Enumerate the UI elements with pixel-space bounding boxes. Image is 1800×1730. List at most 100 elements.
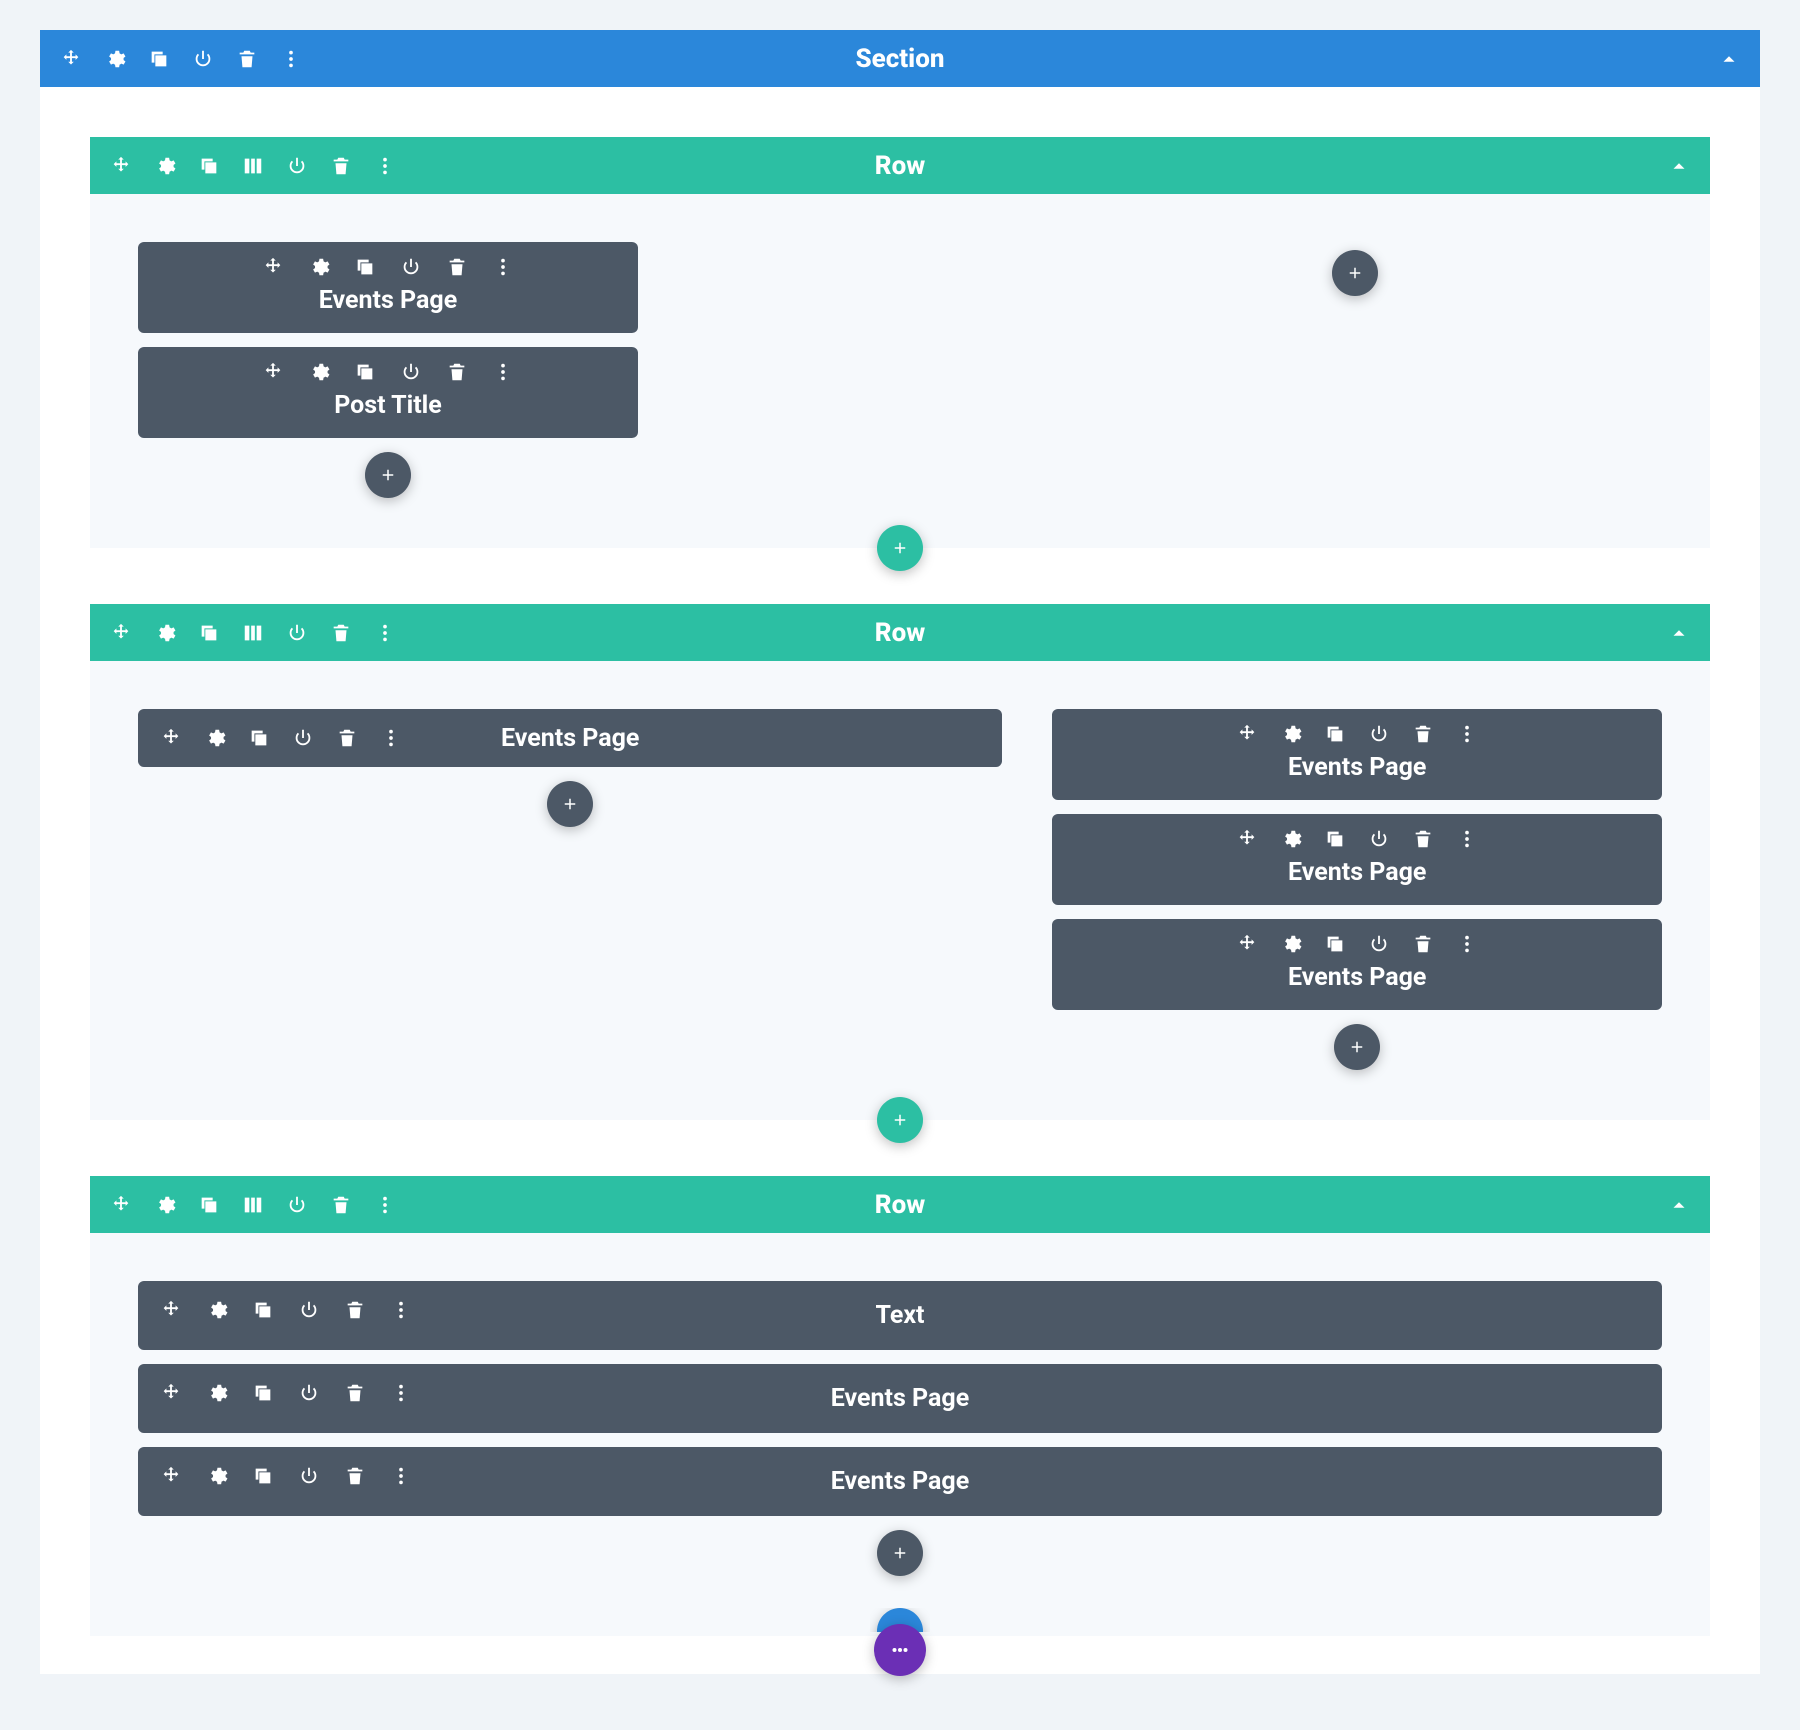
- duplicate-icon[interactable]: [252, 1382, 274, 1404]
- power-icon[interactable]: [298, 1382, 320, 1404]
- more-icon[interactable]: [374, 155, 396, 177]
- duplicate-icon[interactable]: [198, 155, 220, 177]
- module[interactable]: Events Page: [138, 1447, 1662, 1516]
- gear-icon[interactable]: [104, 48, 126, 70]
- add-module-button[interactable]: [1334, 1024, 1380, 1070]
- power-icon[interactable]: [1368, 933, 1390, 955]
- module[interactable]: Events Page: [138, 242, 638, 333]
- duplicate-icon[interactable]: [248, 727, 270, 749]
- move-icon[interactable]: [160, 1465, 182, 1487]
- gear-icon[interactable]: [1280, 723, 1302, 745]
- gear-icon[interactable]: [308, 361, 330, 383]
- duplicate-icon[interactable]: [354, 256, 376, 278]
- move-icon[interactable]: [110, 155, 132, 177]
- collapse-icon[interactable]: [1668, 155, 1690, 177]
- move-icon[interactable]: [160, 1299, 182, 1321]
- columns-icon[interactable]: [242, 622, 264, 644]
- move-icon[interactable]: [160, 1382, 182, 1404]
- gear-icon[interactable]: [1280, 933, 1302, 955]
- duplicate-icon[interactable]: [1324, 828, 1346, 850]
- move-icon[interactable]: [262, 256, 284, 278]
- columns-icon[interactable]: [242, 1194, 264, 1216]
- add-row-button[interactable]: [877, 525, 923, 571]
- trash-icon[interactable]: [344, 1382, 366, 1404]
- gear-icon[interactable]: [206, 1382, 228, 1404]
- power-icon[interactable]: [286, 155, 308, 177]
- module[interactable]: Events Page: [1052, 814, 1662, 905]
- module[interactable]: Events Page: [138, 1364, 1662, 1433]
- power-icon[interactable]: [1368, 723, 1390, 745]
- move-icon[interactable]: [110, 622, 132, 644]
- add-module-button[interactable]: [877, 1530, 923, 1576]
- duplicate-icon[interactable]: [252, 1299, 274, 1321]
- gear-icon[interactable]: [154, 155, 176, 177]
- add-module-button[interactable]: [1332, 250, 1378, 296]
- move-icon[interactable]: [1236, 933, 1258, 955]
- collapse-icon[interactable]: [1668, 622, 1690, 644]
- gear-icon[interactable]: [154, 622, 176, 644]
- power-icon[interactable]: [400, 361, 422, 383]
- module[interactable]: Events Page: [1052, 709, 1662, 800]
- duplicate-icon[interactable]: [148, 48, 170, 70]
- gear-icon[interactable]: [206, 1299, 228, 1321]
- trash-icon[interactable]: [344, 1299, 366, 1321]
- gear-icon[interactable]: [204, 727, 226, 749]
- trash-icon[interactable]: [330, 1194, 352, 1216]
- trash-icon[interactable]: [1412, 933, 1434, 955]
- move-icon[interactable]: [160, 727, 182, 749]
- gear-icon[interactable]: [206, 1465, 228, 1487]
- more-icon[interactable]: [374, 1194, 396, 1216]
- gear-icon[interactable]: [154, 1194, 176, 1216]
- power-icon[interactable]: [292, 727, 314, 749]
- collapse-icon[interactable]: [1668, 1194, 1690, 1216]
- power-icon[interactable]: [1368, 828, 1390, 850]
- duplicate-icon[interactable]: [354, 361, 376, 383]
- module[interactable]: Events Page: [138, 709, 1002, 767]
- more-icon[interactable]: [492, 256, 514, 278]
- more-icon[interactable]: [1456, 933, 1478, 955]
- more-icon[interactable]: [1456, 723, 1478, 745]
- duplicate-icon[interactable]: [1324, 723, 1346, 745]
- add-module-button[interactable]: [365, 452, 411, 498]
- more-icon[interactable]: [492, 361, 514, 383]
- duplicate-icon[interactable]: [252, 1465, 274, 1487]
- duplicate-icon[interactable]: [198, 622, 220, 644]
- gear-icon[interactable]: [308, 256, 330, 278]
- more-icon[interactable]: [390, 1382, 412, 1404]
- move-icon[interactable]: [1236, 828, 1258, 850]
- more-icon[interactable]: [374, 622, 396, 644]
- more-icon[interactable]: [390, 1299, 412, 1321]
- trash-icon[interactable]: [446, 361, 468, 383]
- module[interactable]: Events Page: [1052, 919, 1662, 1010]
- more-icon[interactable]: [390, 1465, 412, 1487]
- more-icon[interactable]: [380, 727, 402, 749]
- trash-icon[interactable]: [330, 155, 352, 177]
- trash-icon[interactable]: [330, 622, 352, 644]
- trash-icon[interactable]: [344, 1465, 366, 1487]
- power-icon[interactable]: [192, 48, 214, 70]
- trash-icon[interactable]: [1412, 723, 1434, 745]
- add-module-button[interactable]: [547, 781, 593, 827]
- add-row-button[interactable]: [877, 1097, 923, 1143]
- duplicate-icon[interactable]: [1324, 933, 1346, 955]
- trash-icon[interactable]: [1412, 828, 1434, 850]
- trash-icon[interactable]: [336, 727, 358, 749]
- move-icon[interactable]: [262, 361, 284, 383]
- module[interactable]: Post Title: [138, 347, 638, 438]
- columns-icon[interactable]: [242, 155, 264, 177]
- power-icon[interactable]: [298, 1465, 320, 1487]
- more-icon[interactable]: [280, 48, 302, 70]
- trash-icon[interactable]: [446, 256, 468, 278]
- power-icon[interactable]: [286, 622, 308, 644]
- page-settings-button[interactable]: [874, 1624, 926, 1676]
- power-icon[interactable]: [298, 1299, 320, 1321]
- power-icon[interactable]: [286, 1194, 308, 1216]
- move-icon[interactable]: [60, 48, 82, 70]
- move-icon[interactable]: [110, 1194, 132, 1216]
- move-icon[interactable]: [1236, 723, 1258, 745]
- duplicate-icon[interactable]: [198, 1194, 220, 1216]
- trash-icon[interactable]: [236, 48, 258, 70]
- collapse-icon[interactable]: [1718, 48, 1740, 70]
- gear-icon[interactable]: [1280, 828, 1302, 850]
- power-icon[interactable]: [400, 256, 422, 278]
